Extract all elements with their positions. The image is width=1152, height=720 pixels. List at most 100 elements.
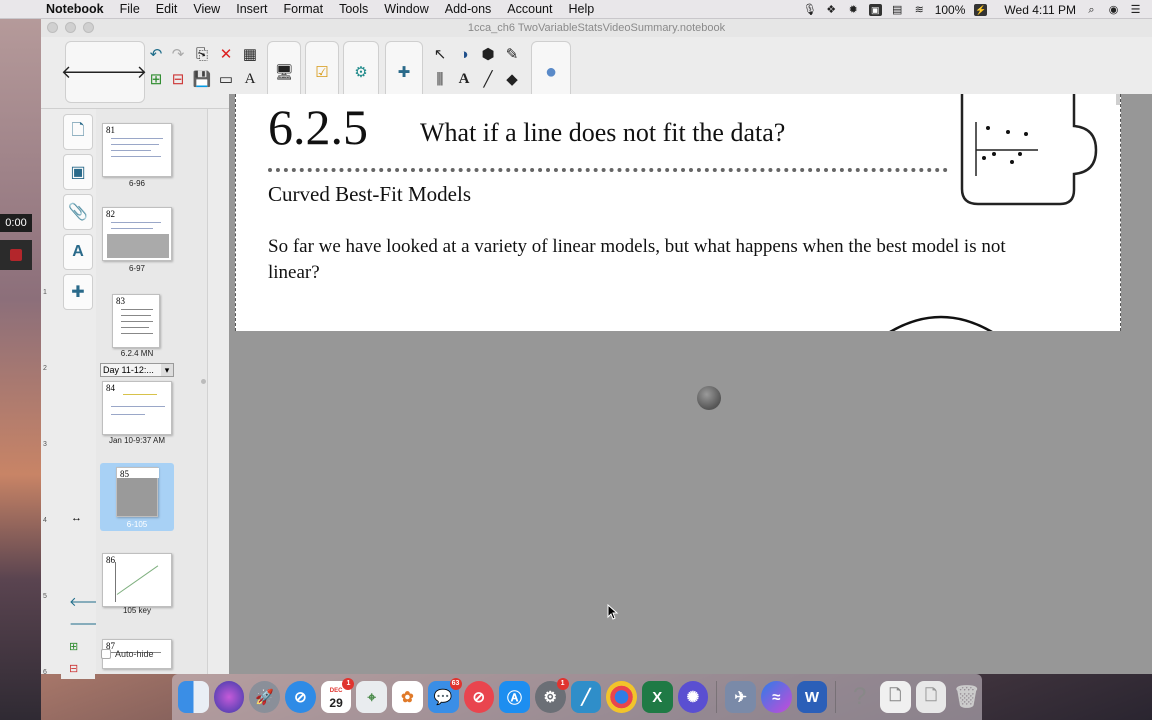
shapes-icon[interactable]: ◑ [453,43,475,65]
text-tool-icon[interactable]: A [453,68,475,90]
select-icon[interactable]: ↖ [429,43,451,65]
thumb-number: 86 [106,555,115,565]
menu-edit[interactable]: Edit [148,2,186,16]
remove-page-icon[interactable]: ⊟ [167,68,189,90]
window-minimize-button[interactable] [65,22,76,33]
menu-help[interactable]: Help [560,2,602,16]
trash-icon[interactable]: 🗑 [951,681,982,713]
line-icon[interactable]: ╱ [477,68,499,90]
app-store-icon[interactable]: Ⓐ [499,681,530,713]
eraser-icon[interactable]: ◆ [501,68,523,90]
addons-tab[interactable]: ✚ [63,274,93,310]
page-thumbnail[interactable]: 83 [112,294,160,348]
siri-icon[interactable]: ◉ [1107,4,1120,16]
activity-icon[interactable]: ☑ [311,61,333,83]
page-thumbnail[interactable]: 86 [102,553,172,607]
previous-page-icon[interactable]: 🡐 [61,61,109,83]
menu-account[interactable]: Account [499,2,560,16]
sidebar-delete-page-icon[interactable]: ⊟ [69,662,78,675]
text-format-icon[interactable]: A [239,68,261,90]
screen-icon[interactable]: ▣ [868,3,882,16]
photos-icon[interactable]: ✿ [392,681,423,713]
page-options-menu-icon[interactable]: ▾ [1116,94,1120,105]
page-sorter-tab[interactable]: 🗋 [63,114,93,150]
screen-shade-icon[interactable]: ▭ [215,68,237,90]
autohide-checkbox[interactable] [101,649,111,659]
menu-file[interactable]: File [112,2,148,16]
display-icon[interactable]: 🖥 [273,61,295,83]
gear-icon[interactable]: ✹ [847,4,860,16]
notebook-page[interactable]: 6.2.5 What if a line does not fit the da… [235,94,1121,331]
sidebar-add-page-icon[interactable]: ⊞ [69,640,78,653]
calendar-icon[interactable]: DEC 29 1 [320,678,355,713]
battery-icon[interactable]: ⚡ [974,3,988,16]
undo-icon[interactable]: ↶ [145,43,167,65]
page-thumbnail-current[interactable]: 85 [116,467,159,517]
wifi-icon[interactable]: ≋ [913,4,926,16]
pen-icon[interactable]: ✎ [501,43,523,65]
messages-icon[interactable]: 💬 63 [427,678,462,713]
page-thumbnail[interactable]: 82 [102,207,172,261]
news-icon[interactable]: ⊘ [463,681,495,713]
menu-add-ons[interactable]: Add-ons [437,2,500,16]
thumb-number: 85 [120,469,129,479]
delete-icon[interactable]: ✕ [215,43,237,65]
gallery-tab[interactable]: ▣ [63,154,93,190]
fill-icon[interactable]: ⬢ [477,43,499,65]
chrome-icon[interactable] [606,681,637,713]
page-thumbnail[interactable]: 81 [102,123,172,177]
measure-icon[interactable]: ⫼ [429,68,451,90]
menu-insert[interactable]: Insert [228,2,275,16]
menu-view[interactable]: View [185,2,228,16]
ruler-mark: 2 [43,365,47,372]
safari-icon[interactable]: ⊘ [285,681,316,713]
sidebar-tabs: 🗋 ▣ 📎 A ✚ ↔ 🡐 🡒 ⊞ ⊟ [61,114,104,679]
launchpad-icon[interactable]: 🚀 [249,681,281,713]
properties-tab[interactable]: A [63,234,93,270]
page-sorter: 81 6-96 82 6-97 83 6.2.4 MN Day 11-12:..… [96,109,208,674]
next-page-icon[interactable]: 🡒 [99,61,147,83]
add-page-icon[interactable]: ⊞ [145,68,167,90]
pdf-icon[interactable]: ▤ [891,4,904,16]
document-icon[interactable]: 🗋 [879,681,911,713]
microphone-icon[interactable]: 🎙 [803,4,817,16]
expand-sidebar-icon[interactable]: ↔ [71,512,82,524]
maps-icon[interactable]: ⌖ [356,681,388,713]
window-close-button[interactable] [47,22,58,33]
system-preferences-icon[interactable]: ⚙ 1 [534,678,569,713]
paste-icon[interactable]: ⎘ [191,43,213,65]
puzzle-icon[interactable]: ✚ [393,61,415,83]
messenger-icon[interactable]: ≈ [760,681,792,713]
menu-tools[interactable]: Tools [331,2,376,16]
finder-icon[interactable] [178,681,209,713]
autohide-option[interactable]: Auto-hide [101,649,154,659]
dropbox-icon[interactable]: ❖ [825,4,838,16]
save-icon[interactable]: 💾 [191,68,213,90]
starburst-app-icon[interactable]: ✺ [677,681,709,713]
excel-icon[interactable]: X [641,681,673,713]
sorter-resize-handle[interactable] [201,379,206,384]
notebook-app-icon[interactable]: ╱ [570,681,602,713]
redo-icon[interactable]: ↷ [167,43,189,65]
menu-window[interactable]: Window [376,2,436,16]
page-thumbnail[interactable]: 84 [102,381,172,435]
help-icon[interactable]: ? [844,681,875,713]
downloads-icon[interactable]: 🗋 [915,681,947,713]
preview-icon[interactable]: ✈ [725,681,756,713]
battery-percent[interactable]: 100% [935,3,966,17]
attachments-tab[interactable]: 📎 [63,194,93,230]
siri-app-icon[interactable] [213,681,245,713]
menu-format[interactable]: Format [275,2,331,16]
page-group-select[interactable]: Day 11-12:... [100,363,174,377]
search-icon[interactable]: ⌕ [1085,4,1098,16]
window-zoom-button[interactable] [83,22,94,33]
word-icon[interactable]: W [796,681,828,713]
clock[interactable]: Wed 4:11 PM [1004,3,1076,17]
workspace-canvas[interactable]: 6.2.5 What if a line does not fit the da… [229,94,1152,674]
properties-icon[interactable]: ● [540,61,562,83]
table-icon[interactable]: ▦ [239,43,261,65]
addon-icon[interactable]: ⚙ [350,61,372,83]
recording-stop-button[interactable] [0,240,32,270]
notification-center-icon[interactable]: ☰ [1129,4,1142,16]
menu-app-name[interactable]: Notebook [38,2,112,16]
